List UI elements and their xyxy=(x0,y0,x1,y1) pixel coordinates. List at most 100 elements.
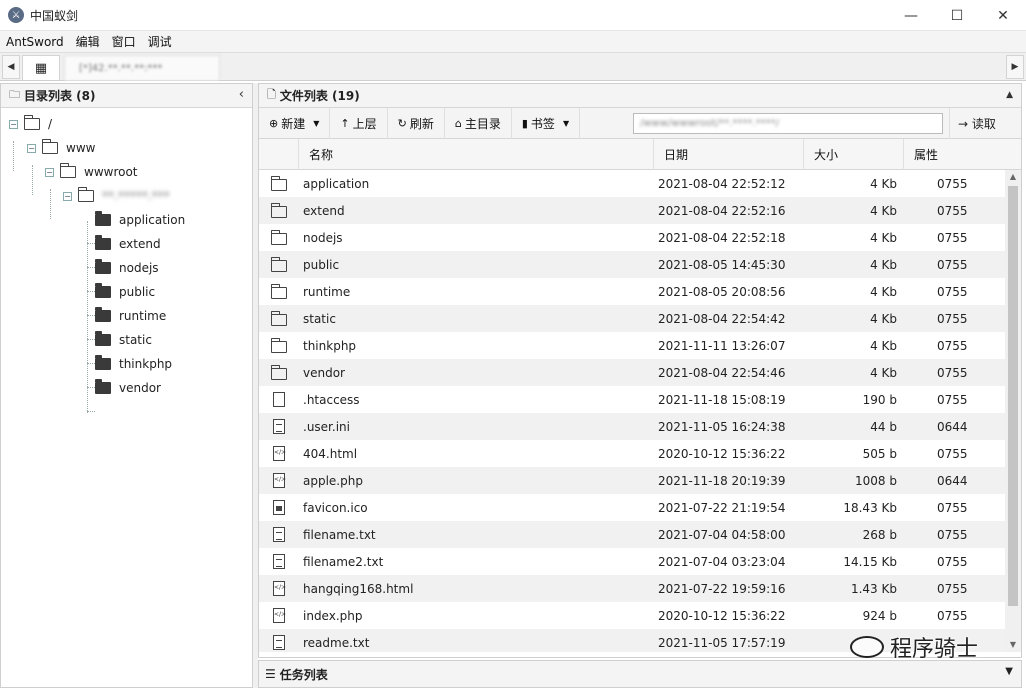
tree-node-thinkphp[interactable]: thinkphp xyxy=(95,353,172,375)
file-size: 4 Kb xyxy=(870,257,897,272)
file-row-icon-cell xyxy=(259,629,299,652)
file-date: 2021-11-05 16:24:38 xyxy=(658,419,786,434)
tree-node-wwwroot[interactable]: − wwwroot xyxy=(45,161,138,183)
file-row[interactable]: runtime 2021-08-05 20:08:56 4 Kb 0755 xyxy=(259,278,1021,305)
caret-down-icon: ▼ xyxy=(562,118,570,128)
column-header-size[interactable]: 大小 xyxy=(804,139,904,170)
file-row[interactable]: extend 2021-08-04 22:52:16 4 Kb 0755 xyxy=(259,197,1021,224)
file-row[interactable]: hangqing168.html 2021-07-22 19:59:16 1.43 … xyxy=(259,575,1021,602)
file-row[interactable]: public 2021-08-05 14:45:30 4 Kb 0755 xyxy=(259,251,1021,278)
file-list-panel-title: 文件列表 (19) xyxy=(279,89,360,103)
up-button-label: 上层 xyxy=(352,116,377,131)
menu-window[interactable]: 窗口 xyxy=(106,31,142,53)
file-attr: 0755 xyxy=(937,203,968,218)
file-size: 4 Kb xyxy=(870,230,897,245)
tree-node-vendor[interactable]: vendor xyxy=(95,377,161,399)
file-size: 1008 b xyxy=(855,473,897,488)
refresh-button-label: 刷新 xyxy=(409,116,434,131)
tab-scroll-left-button[interactable]: ◀ xyxy=(2,55,20,79)
file-size: 924 b xyxy=(862,608,897,623)
tree-node-site[interactable]: − **.*****.*** xyxy=(63,185,170,207)
read-button-label: 读取 xyxy=(971,117,996,131)
maximize-button[interactable]: ☐ xyxy=(934,0,980,31)
scroll-down-icon[interactable]: ▼ xyxy=(1005,638,1021,652)
tab-home[interactable]: ▦ xyxy=(22,55,60,80)
file-grid-scrollbar[interactable]: ▲ ▼ xyxy=(1005,170,1021,652)
tree-collapse-icon[interactable]: − xyxy=(9,119,18,129)
file-row[interactable]: filename.txt 2021-07-04 04:58:00 268 b 0755 xyxy=(259,521,1021,548)
file-row[interactable]: .user.ini 2021-11-05 16:24:38 44 b 0644 xyxy=(259,413,1021,440)
folder-open-icon xyxy=(41,139,58,154)
tree-node-application[interactable]: application xyxy=(95,209,185,231)
tree-collapse-icon[interactable]: − xyxy=(27,143,36,153)
file-name: runtime xyxy=(303,284,351,299)
text-file-icon xyxy=(273,527,285,542)
tree-node-public[interactable]: public xyxy=(95,281,155,303)
file-row[interactable]: static 2021-08-04 22:54:42 4 Kb 0755 xyxy=(259,305,1021,332)
menu-debug[interactable]: 调试 xyxy=(142,31,178,53)
collapse-panel-button[interactable]: ‹ xyxy=(239,87,244,102)
file-attr: 0755 xyxy=(937,230,968,245)
directory-panel: 🗀 目录列表 (8) ‹ − / − www − wwwroot − **.**… xyxy=(0,83,253,688)
home-directory-button[interactable]: ⌂ 主目录 xyxy=(445,107,512,139)
tree-collapse-icon[interactable]: − xyxy=(45,167,54,177)
tree-node-extend[interactable]: extend xyxy=(95,233,161,255)
bookmarks-button[interactable]: ▮ 书签 ▼ xyxy=(512,107,581,139)
scrollbar-thumb[interactable] xyxy=(1008,186,1018,606)
minimize-button[interactable]: — xyxy=(888,0,934,31)
file-row[interactable]: application 2021-08-04 22:52:12 4 Kb 0755 xyxy=(259,170,1021,197)
up-button[interactable]: ↑ 上层 xyxy=(330,107,388,139)
file-attr: 0755 xyxy=(937,284,968,299)
tab-scroll-right-button[interactable]: ▶ xyxy=(1006,55,1024,79)
task-list-panel[interactable]: ☰ 任务列表 ▼ xyxy=(258,660,1022,688)
file-row[interactable]: favicon.ico 2021-07-22 21:19:54 18.43 Kb 07… xyxy=(259,494,1021,521)
file-date: 2020-10-12 15:36:22 xyxy=(658,608,786,623)
file-row-icon-cell xyxy=(259,575,299,602)
path-input[interactable]: /www/wwwroot/**.****.****/ xyxy=(633,113,943,134)
tree-node-nodejs[interactable]: nodejs xyxy=(95,257,159,279)
tree-collapse-icon[interactable]: − xyxy=(63,191,72,201)
file-size: 4 Kb xyxy=(870,284,897,299)
file-name: hangqing168.html xyxy=(303,581,414,596)
tree-node-label: **.*****.*** xyxy=(102,189,170,203)
file-row[interactable]: .htaccess 2021-11-18 15:08:19 190 b 0755 xyxy=(259,386,1021,413)
file-name: nodejs xyxy=(303,230,343,245)
collapse-file-panel-button[interactable]: ▲ xyxy=(1006,90,1013,100)
text-file-icon xyxy=(273,554,285,569)
watermark: 程序骑士 xyxy=(850,632,978,662)
plus-circle-icon: ⊕ xyxy=(269,116,279,130)
expand-task-panel-button[interactable]: ▼ xyxy=(1005,666,1013,677)
code-file-icon xyxy=(273,581,285,596)
column-header-date[interactable]: 日期 xyxy=(654,139,804,170)
column-header-name[interactable]: 名称 xyxy=(299,139,654,170)
menu-edit[interactable]: 编辑 xyxy=(70,31,106,53)
folder-icon xyxy=(95,331,111,346)
read-button[interactable]: → 读取 xyxy=(949,108,1004,139)
file-date: 2021-07-04 04:58:00 xyxy=(658,527,786,542)
file-size: 4 Kb xyxy=(870,311,897,326)
file-row[interactable]: nodejs 2021-08-04 22:52:18 4 Kb 0755 xyxy=(259,224,1021,251)
close-button[interactable]: ✕ xyxy=(980,0,1026,31)
tree-node-root[interactable]: − / xyxy=(9,113,52,135)
arrow-up-icon: ↑ xyxy=(340,116,350,130)
refresh-button[interactable]: ↻ 刷新 xyxy=(388,107,445,139)
tree-node-www[interactable]: − www xyxy=(27,137,95,159)
image-file-icon xyxy=(273,500,285,515)
file-row[interactable]: apple.php 2021-11-18 20:19:39 1008 b 0644 xyxy=(259,467,1021,494)
new-button[interactable]: ⊕ 新建 ▼ xyxy=(259,107,331,139)
file-date: 2021-11-18 15:08:19 xyxy=(658,392,786,407)
file-row[interactable]: filename2.txt 2021-07-04 03:23:04 14.15 Kb… xyxy=(259,548,1021,575)
menu-antsword[interactable]: AntSword xyxy=(0,31,70,53)
file-row[interactable]: 404.html 2020-10-12 15:36:22 505 b 0755 xyxy=(259,440,1021,467)
file-row-icon-cell xyxy=(259,602,299,629)
file-row[interactable]: vendor 2021-08-04 22:54:46 4 Kb 0755 xyxy=(259,359,1021,386)
file-row[interactable]: index.php 2020-10-12 15:36:22 924 b 0755 xyxy=(259,602,1021,629)
folder-icon xyxy=(95,307,111,322)
scroll-up-icon[interactable]: ▲ xyxy=(1005,170,1021,184)
tree-node-static[interactable]: static xyxy=(95,329,152,351)
tree-node-runtime[interactable]: runtime xyxy=(95,305,166,327)
tab-shell-session[interactable]: [*]42.**.**.**:*** xyxy=(64,55,220,80)
file-size: 14.15 Kb xyxy=(843,554,897,569)
column-header-attr[interactable]: 属性 xyxy=(904,139,1004,170)
file-row[interactable]: thinkphp 2021-11-11 13:26:07 4 Kb 0755 xyxy=(259,332,1021,359)
